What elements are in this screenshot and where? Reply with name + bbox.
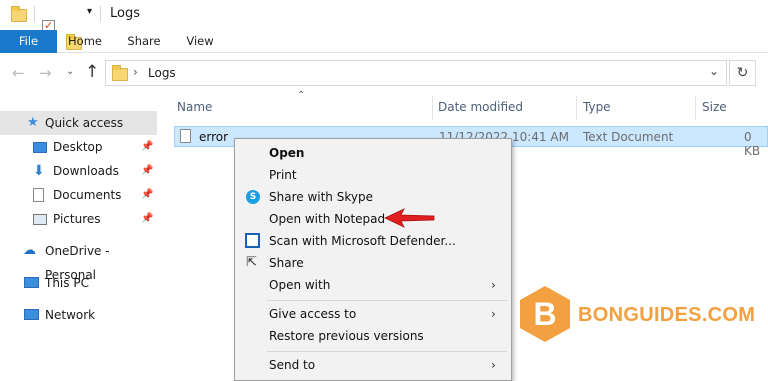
text-file-icon: [180, 129, 191, 143]
menu-separator: [267, 351, 507, 352]
tab-share[interactable]: Share: [122, 30, 166, 53]
tab-view[interactable]: View: [180, 30, 220, 53]
skype-icon: S: [246, 190, 260, 204]
menu-item-label: Share with Skype: [269, 190, 373, 204]
forward-arrow-icon[interactable]: →: [39, 64, 52, 82]
breadcrumb-chevron-icon: ›: [133, 65, 138, 79]
window-title: Logs: [110, 6, 140, 21]
share-icon: ⇱: [246, 255, 257, 270]
context-menu: Open Print S Share with Skype Open with …: [234, 138, 512, 381]
menu-item-open-with[interactable]: Open with ›: [235, 274, 511, 296]
menu-item-print[interactable]: Print: [235, 164, 511, 186]
watermark-text: BONGUIDES.COM: [578, 304, 756, 326]
submenu-chevron-icon: ›: [491, 358, 496, 372]
defender-shield-icon: [245, 233, 260, 248]
column-header-size[interactable]: Size: [702, 100, 727, 114]
pictures-icon: [33, 214, 47, 225]
sidebar-item-label: Pictures: [53, 212, 101, 226]
sidebar-item-label: Downloads: [53, 164, 119, 178]
menu-item-share[interactable]: ⇱ Share: [235, 252, 511, 274]
address-dropdown-icon[interactable]: ⌄: [709, 64, 719, 78]
sidebar-item-network[interactable]: Network: [0, 303, 157, 327]
file-name: error: [199, 130, 229, 144]
breadcrumb-logs[interactable]: Logs: [148, 66, 176, 80]
cloud-icon: ☁: [23, 243, 36, 258]
svg-text:B: B: [533, 296, 556, 332]
ribbon-tabs: File Home Share View: [0, 30, 768, 53]
download-icon: ⬇: [33, 163, 45, 179]
pin-icon[interactable]: 📌: [141, 183, 153, 207]
pin-icon[interactable]: 📌: [141, 159, 153, 183]
menu-item-give-access-to[interactable]: Give access to ›: [235, 303, 511, 325]
menu-item-label: Scan with Microsoft Defender...: [269, 234, 456, 248]
folder-icon: [11, 6, 27, 22]
computer-icon: [24, 277, 39, 288]
star-icon: ★: [27, 115, 39, 130]
sidebar-item-label: Quick access: [45, 116, 124, 130]
divider: [34, 6, 35, 22]
submenu-chevron-icon: ›: [491, 278, 496, 292]
menu-item-label: Send to: [269, 358, 316, 372]
address-bar[interactable]: › Logs ⌄: [105, 60, 727, 86]
refresh-icon: ↻: [736, 65, 749, 81]
desktop-icon: [33, 142, 47, 153]
sidebar-item-pictures[interactable]: Pictures 📌: [0, 207, 157, 231]
menu-item-label: Open with: [269, 278, 331, 292]
pin-icon[interactable]: 📌: [141, 207, 153, 231]
folder-icon: [112, 65, 128, 81]
column-divider[interactable]: [695, 96, 696, 120]
column-divider[interactable]: [576, 96, 577, 120]
menu-item-label: Give access to: [269, 307, 357, 321]
bonguides-logo-icon: B: [520, 286, 570, 342]
divider: [100, 6, 101, 22]
network-icon: [24, 309, 39, 320]
sidebar-item-onedrive[interactable]: ☁ OneDrive - Personal: [0, 239, 157, 282]
column-divider[interactable]: [432, 96, 433, 120]
file-size: 0 KB: [744, 130, 761, 158]
sidebar-item-this-pc[interactable]: This PC: [0, 271, 157, 295]
recent-locations-chevron-icon[interactable]: ⌄: [66, 66, 74, 77]
column-header-name[interactable]: Name: [177, 100, 212, 114]
file-type: Text Document: [583, 130, 674, 144]
menu-item-label: Open with Notepad: [269, 212, 386, 226]
sidebar-item-downloads[interactable]: ⬇ Downloads 📌: [0, 159, 157, 183]
tab-file[interactable]: File: [0, 30, 57, 53]
menu-item-send-to[interactable]: Send to ›: [235, 354, 511, 376]
menu-item-open[interactable]: Open: [235, 142, 511, 164]
menu-item-label: Print: [269, 168, 297, 182]
sidebar-item-label: Documents: [53, 188, 122, 202]
menu-item-share-with-skype[interactable]: S Share with Skype: [235, 186, 511, 208]
title-bar: ▾ Logs: [0, 0, 768, 50]
customize-toolbar-chevron-icon[interactable]: ▾: [87, 6, 92, 17]
menu-item-scan-with-defender[interactable]: Scan with Microsoft Defender...: [235, 230, 511, 252]
menu-item-open-with-notepad[interactable]: Open with Notepad: [235, 208, 511, 230]
column-header-date-modified[interactable]: Date modified: [438, 100, 523, 114]
document-icon: [33, 188, 44, 202]
annotation-arrow-icon: [384, 208, 435, 228]
menu-item-label: Restore previous versions: [269, 329, 424, 343]
sidebar-item-label: This PC: [45, 276, 89, 290]
refresh-button[interactable]: ↻: [729, 60, 756, 86]
submenu-chevron-icon: ›: [491, 307, 496, 321]
sidebar-item-desktop[interactable]: Desktop 📌: [0, 135, 157, 159]
back-arrow-icon[interactable]: ←: [12, 64, 25, 82]
menu-separator: [267, 300, 507, 301]
menu-item-restore-previous-versions[interactable]: Restore previous versions: [235, 325, 511, 347]
menu-item-label: Open: [269, 146, 305, 160]
tab-home[interactable]: Home: [63, 30, 107, 53]
sidebar-item-quick-access[interactable]: ★ Quick access: [0, 111, 157, 135]
sort-ascending-icon: ⌃: [297, 90, 306, 101]
sidebar-item-documents[interactable]: Documents 📌: [0, 183, 157, 207]
sidebar-item-label: Desktop: [53, 140, 103, 154]
pin-icon[interactable]: 📌: [141, 135, 153, 159]
up-arrow-icon[interactable]: ↑: [85, 62, 99, 82]
column-header-type[interactable]: Type: [583, 100, 611, 114]
menu-item-label: Share: [269, 256, 304, 270]
sidebar-item-label: Network: [45, 308, 96, 322]
